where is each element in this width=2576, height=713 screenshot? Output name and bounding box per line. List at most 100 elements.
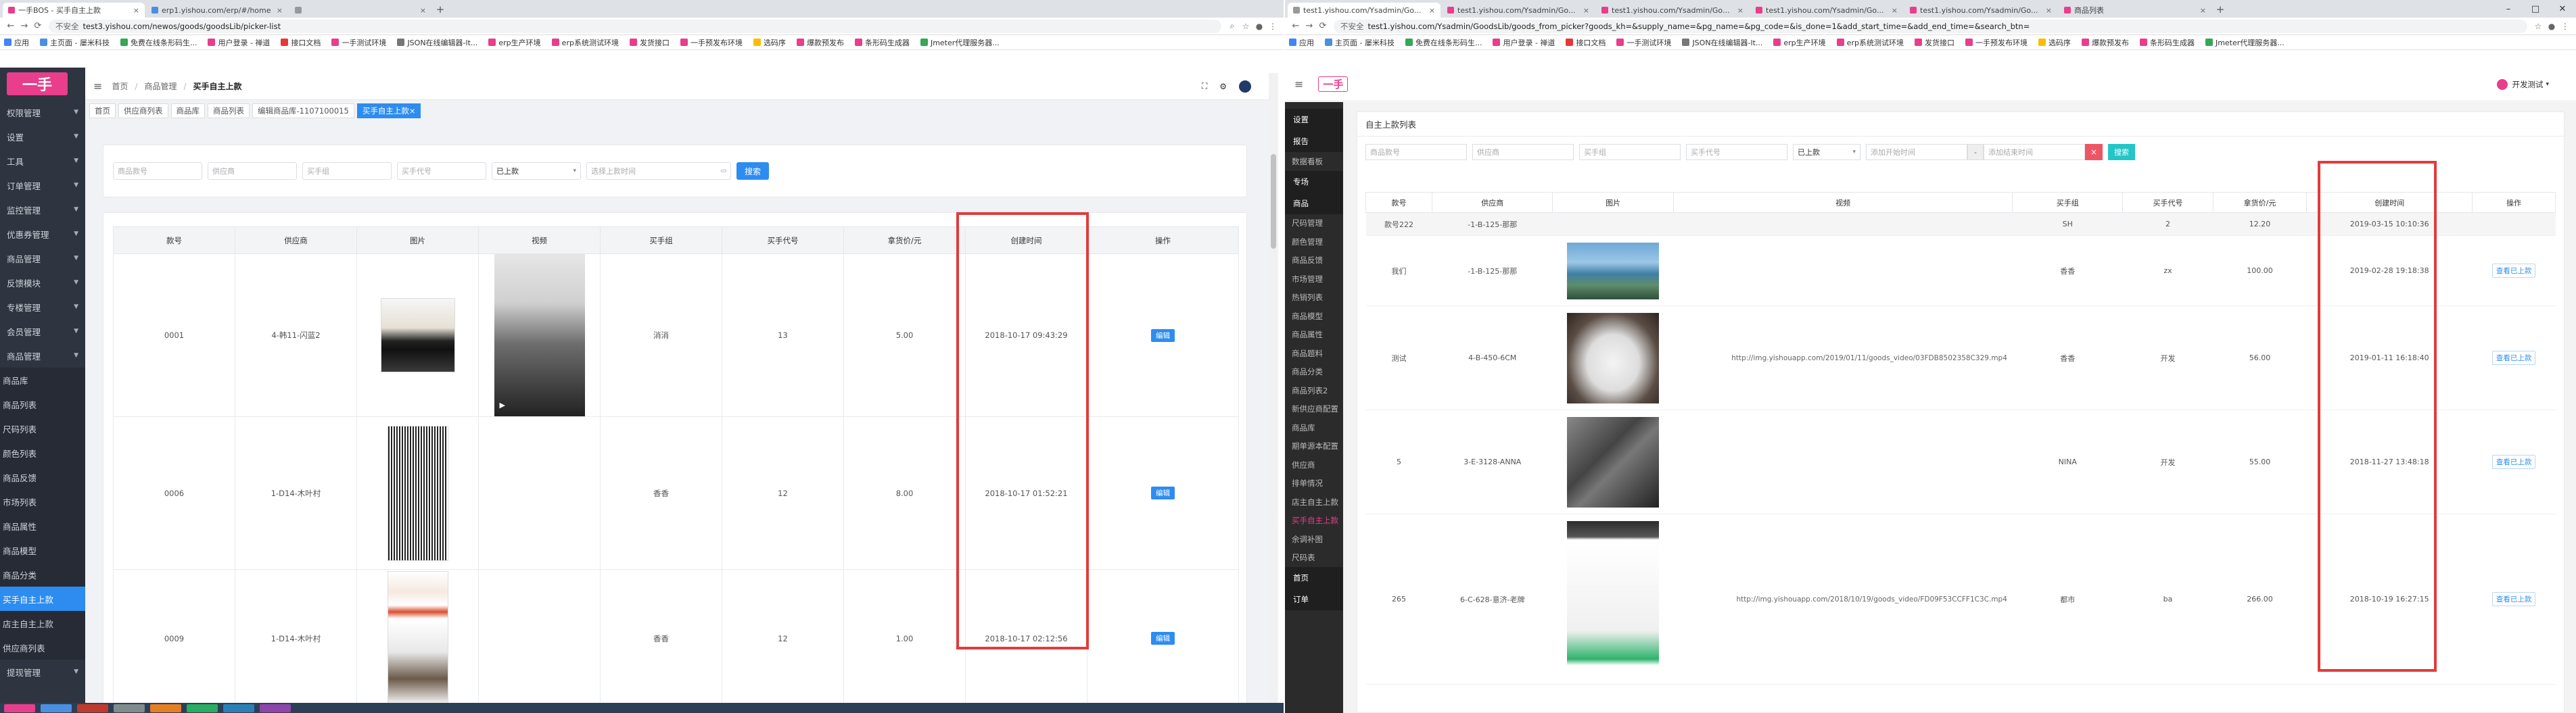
sidebar-item[interactable]: 商品 (1285, 192, 1343, 214)
product-image[interactable] (1567, 520, 1660, 678)
sidebar-item[interactable]: 尺码管理 (1285, 214, 1343, 233)
fullscreen-icon[interactable]: ⛶ (1202, 81, 1207, 91)
sidebar-subitem[interactable]: 尺码列表 (0, 416, 85, 441)
bookmark-item[interactable]: 选码序 (2038, 37, 2071, 48)
browser-tab[interactable]: × (289, 3, 431, 18)
sidebar-item[interactable]: 数据看板 (1285, 152, 1343, 171)
search-button[interactable]: 搜索 (736, 162, 769, 180)
left-url-field[interactable]: 不安全 test3.yishou.com/newos/goods/goodsLi… (49, 19, 1221, 33)
minimize-icon[interactable]: – (2495, 4, 2522, 14)
edit-button[interactable]: 编辑 (1151, 632, 1175, 645)
bookmark-star-icon[interactable]: ☆ (1239, 22, 1252, 31)
hamburger-icon[interactable]: ≡ (1294, 78, 1303, 91)
user-menu[interactable]: 开发测试 ▾ (2497, 78, 2549, 90)
filter-status-select[interactable]: 已上款 ▾ (492, 162, 581, 180)
sidebar-item[interactable]: 排单情况 (1285, 474, 1343, 493)
nav-tag[interactable]: 买手自主上款 × (356, 103, 421, 118)
sidebar-item[interactable]: 热销列表 (1285, 289, 1343, 308)
right-url-field[interactable]: 不安全 test1.yishou.com/Ysadmin/GoodsLib/go… (1334, 19, 2527, 33)
tab-close-icon[interactable]: × (416, 6, 426, 15)
filter-date-picker[interactable]: 选择上款时间 ▭ (586, 162, 731, 180)
sidebar-item[interactable]: 商品题料 (1285, 344, 1343, 363)
edit-button[interactable]: 编辑 (1151, 487, 1175, 499)
profile-icon[interactable]: ● (2545, 22, 2558, 31)
sidebar-subitem[interactable]: 买手自主上款 (0, 587, 85, 611)
bookmark-item[interactable]: 一手测试环境 (331, 37, 386, 48)
filter-end-date[interactable]: 添加结束时间 (1984, 144, 2085, 160)
tab-close-icon[interactable]: × (1733, 6, 1743, 15)
new-tab-icon[interactable]: + (433, 3, 448, 18)
back-icon[interactable]: ← (1289, 21, 1303, 31)
reload-icon[interactable]: ⟳ (31, 21, 45, 31)
sidebar-subitem[interactable]: 商品列表 (0, 392, 85, 416)
play-icon[interactable]: ▶ (500, 401, 505, 410)
product-image[interactable] (387, 570, 448, 706)
bookmark-item[interactable]: 发货接口 (1914, 37, 1954, 48)
tab-close-icon[interactable]: × (1425, 6, 1435, 15)
sidebar-item[interactable]: 会员管理 ▼ (0, 319, 85, 343)
bookmark-item[interactable]: 应用 (4, 37, 29, 48)
bookmark-item[interactable]: 一手预发布环境 (680, 37, 743, 48)
reload-icon[interactable]: ⟳ (1316, 21, 1330, 31)
sidebar-item[interactable]: 专楼管理 ▼ (0, 295, 85, 319)
settings-gear-icon[interactable]: ⚙ (1219, 82, 1227, 91)
sidebar-item[interactable]: 商品管理 ▼ (0, 343, 85, 368)
tab-close-icon[interactable]: × (2042, 6, 2052, 15)
new-tab-icon[interactable]: + (2213, 3, 2228, 18)
bookmark-item[interactable]: 爆款预发布 (2081, 37, 2129, 48)
sidebar-subitem[interactable]: 商品分类 (0, 562, 85, 587)
breadcrumb-goods[interactable]: 商品管理 (144, 80, 177, 92)
sidebar-subitem[interactable]: 市场列表 (0, 489, 85, 514)
bookmark-item[interactable]: 条形码生成器 (854, 37, 910, 48)
bookmark-item[interactable]: 主页面 - 屡米科技 (40, 37, 110, 48)
maximize-icon[interactable]: □ (2522, 4, 2549, 14)
sidebar-item[interactable]: 设置 ▼ (0, 124, 85, 149)
bookmark-item[interactable]: erp系统测试环境 (551, 37, 619, 48)
sidebar-item[interactable]: 商品模型 (1285, 307, 1343, 326)
sidebar-subitem[interactable]: 店主自主上款 (0, 611, 85, 635)
product-image[interactable] (380, 298, 455, 372)
filter-buyer-input[interactable]: 买手代号 (397, 162, 486, 180)
bookmark-item[interactable]: 一手测试环境 (1616, 37, 1671, 48)
forward-icon[interactable]: → (18, 21, 31, 31)
sidebar-item[interactable]: 商品列表2 (1285, 381, 1343, 400)
sidebar-item[interactable]: 设置 (1285, 109, 1343, 130)
menu-dots-icon[interactable]: ⋮ (2558, 22, 2572, 31)
sidebar-subitem[interactable]: 商品模型 (0, 538, 85, 562)
sidebar-item[interactable]: 反馈模块 ▼ (0, 270, 85, 295)
bookmark-item[interactable]: 发货接口 (629, 37, 670, 48)
bookmark-item[interactable]: 爆款预发布 (796, 37, 844, 48)
filter-group-input[interactable]: 买手组 (1579, 144, 1681, 160)
tab-close-icon[interactable]: × (1579, 6, 1589, 15)
sidebar-item[interactable]: 订单 (1285, 589, 1343, 610)
view-listed-button[interactable]: 查看已上款 (2491, 351, 2536, 365)
browser-tab[interactable]: test1.yishou.com/Ysadmin/Go... × (1442, 3, 1595, 18)
bookmark-item[interactable]: 条形码生成器 (2139, 37, 2195, 48)
sidebar-item[interactable]: 颜色管理 (1285, 232, 1343, 251)
sidebar-item[interactable]: 专场 (1285, 170, 1343, 193)
sidebar-item[interactable]: 商品分类 (1285, 363, 1343, 382)
sidebar-subitem[interactable]: 颜色列表 (0, 441, 85, 465)
view-listed-button[interactable]: 查看已上款 (2491, 455, 2536, 469)
nav-tag[interactable]: 商品列表 (208, 103, 250, 118)
product-image[interactable] (1567, 242, 1660, 299)
sidebar-item[interactable]: 权限管理 ▼ (0, 100, 85, 124)
filter-group-input[interactable]: 买手组 (302, 162, 392, 180)
sidebar-subitem[interactable]: 商品属性 (0, 514, 85, 538)
sidebar-subitem[interactable]: 商品反馈 (0, 465, 85, 489)
product-image[interactable] (387, 425, 448, 561)
breadcrumb-home[interactable]: 首页 (112, 80, 128, 92)
bookmark-item[interactable]: erp生产环境 (488, 37, 541, 48)
filter-code-input[interactable]: 商品款号 (113, 162, 202, 180)
bookmark-item[interactable]: 选码序 (753, 37, 786, 48)
filter-supplier-input[interactable]: 供应商 (1472, 144, 1574, 160)
bookmark-item[interactable]: 免费在线条形码生... (1405, 37, 1482, 48)
browser-tab[interactable]: 一手BOS - 买手自主上款 × (3, 3, 145, 18)
bookmark-item[interactable]: Jmeter代理服务器... (2205, 37, 2285, 48)
sidebar-item[interactable]: 优惠券管理 ▼ (0, 222, 85, 246)
sidebar-subitem[interactable]: 商品库 (0, 368, 85, 392)
clear-date-button[interactable]: × (2085, 144, 2103, 160)
browser-tab[interactable]: test1.yishou.com/Ysadmin/Go... × (1288, 3, 1441, 18)
sidebar-item[interactable]: 供应商 (1285, 456, 1343, 474)
sidebar-item[interactable]: 买手自主上款 (1285, 512, 1343, 531)
